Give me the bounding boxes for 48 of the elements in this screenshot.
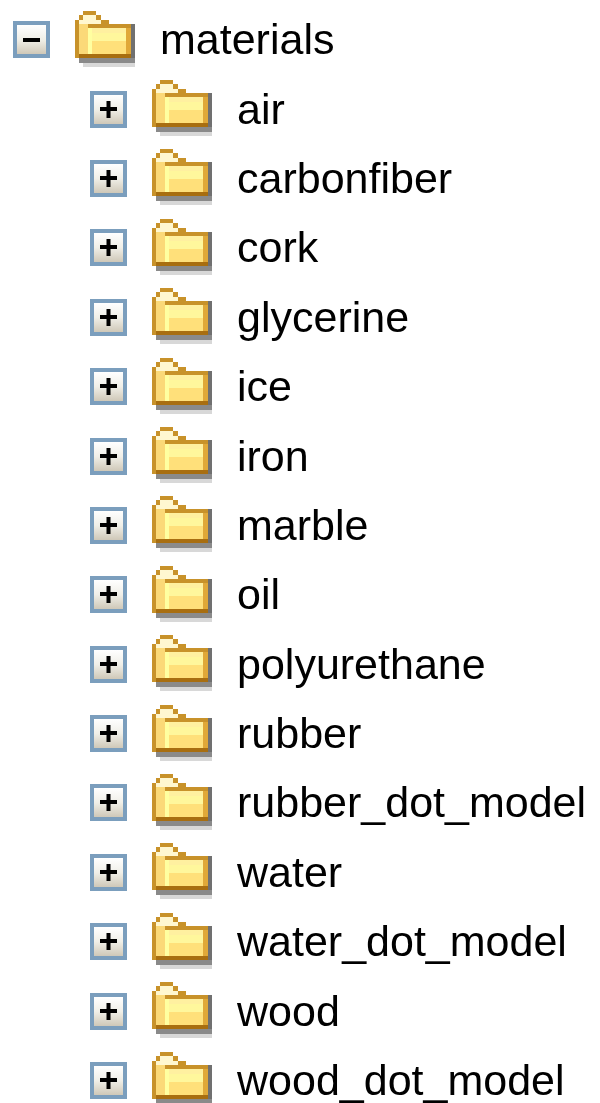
expander-button[interactable] [90, 229, 127, 267]
tree-item-label[interactable]: wood_dot_model [237, 1059, 565, 1103]
plus-icon [100, 794, 117, 812]
tree-item-label[interactable]: water_dot_model [237, 920, 567, 964]
minus-icon [23, 37, 40, 42]
plus-icon [100, 308, 117, 326]
tree-item-label[interactable]: water [237, 850, 343, 894]
tree-item-label[interactable]: iron [237, 434, 309, 478]
expander-button[interactable] [90, 1062, 127, 1100]
expander-button[interactable] [90, 784, 127, 822]
expander-button[interactable] [90, 923, 127, 961]
expander-button[interactable] [90, 715, 127, 753]
plus-icon [100, 169, 117, 187]
tree-item-label[interactable]: materials [160, 18, 335, 62]
tree-item-label[interactable]: air [237, 87, 285, 131]
expander-button[interactable] [90, 298, 127, 336]
tree-item-label[interactable]: wood [237, 989, 340, 1033]
expander-button[interactable] [90, 437, 127, 475]
expander-button[interactable] [90, 159, 127, 197]
expander-button[interactable] [90, 992, 127, 1030]
tree-item-label[interactable]: cork [237, 226, 319, 270]
plus-icon [100, 516, 117, 534]
plus-icon [100, 655, 117, 673]
plus-icon [100, 378, 117, 396]
expander-button[interactable] [90, 368, 127, 406]
plus-icon [100, 725, 117, 743]
plus-icon [100, 239, 117, 257]
tree-item-label[interactable]: ice [237, 365, 292, 409]
tree-item-label[interactable]: glycerine [237, 295, 410, 339]
plus-icon [100, 1072, 117, 1090]
plus-icon [100, 100, 117, 118]
plus-icon [100, 586, 117, 604]
plus-icon [100, 863, 117, 881]
tree-item-label[interactable]: oil [237, 573, 281, 617]
tree-item-label[interactable]: rubber [237, 712, 362, 756]
expander-button[interactable] [90, 90, 127, 128]
tree-item-label[interactable]: rubber_dot_model [237, 781, 587, 825]
expander-button[interactable] [90, 506, 127, 544]
tree-item-label[interactable]: polyurethane [237, 642, 486, 686]
tree-item-label[interactable]: carbonfiber [237, 156, 453, 200]
plus-icon [100, 933, 117, 951]
expander-button[interactable] [13, 21, 50, 59]
expander-button[interactable] [90, 645, 127, 683]
tree-item-label[interactable]: marble [237, 503, 369, 547]
expander-button[interactable] [90, 853, 127, 891]
plus-icon [100, 1002, 117, 1020]
plus-icon [100, 447, 117, 465]
expander-button[interactable] [90, 576, 127, 614]
